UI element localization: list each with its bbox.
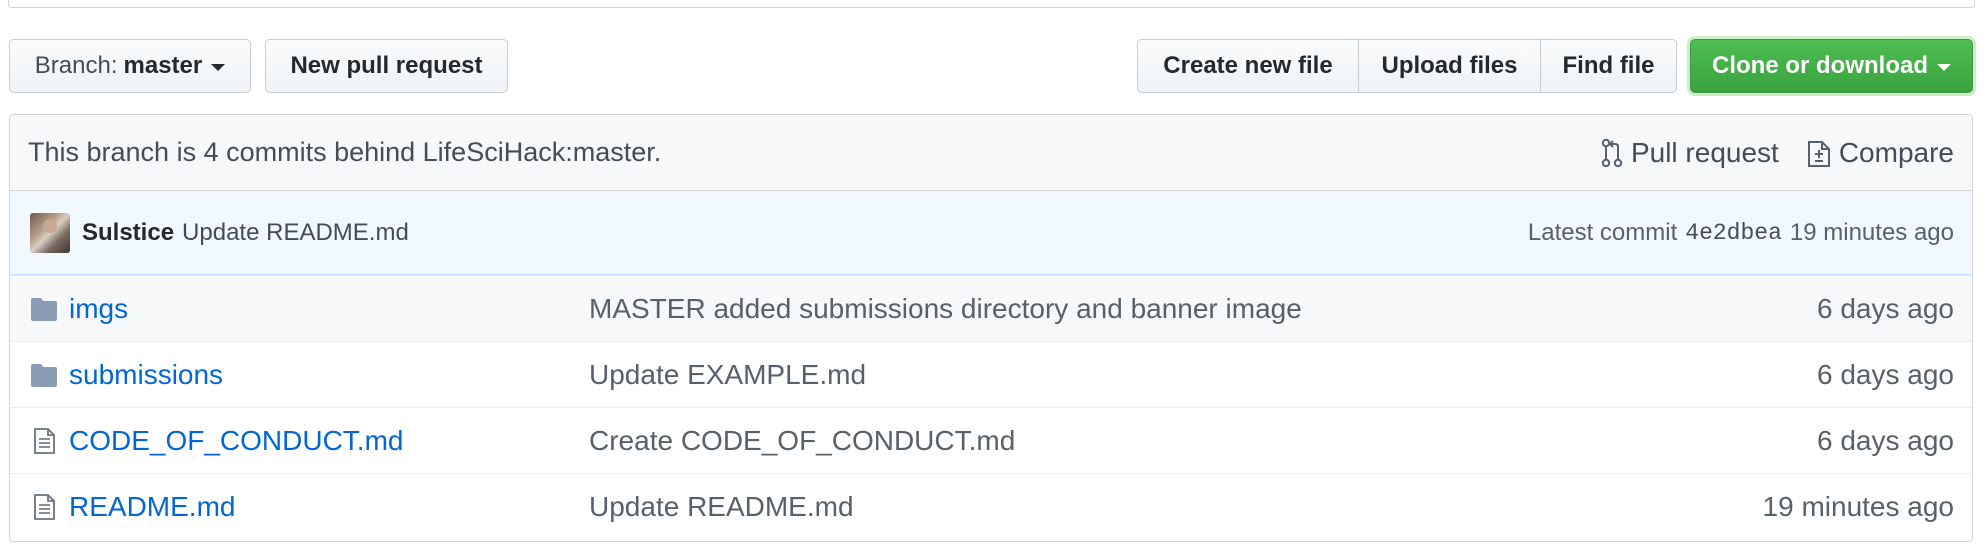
file-row: README.md Update README.md 19 minutes ag… (10, 473, 1972, 539)
clone-or-download-button[interactable]: Clone or download (1690, 39, 1973, 93)
latest-commit-label: Latest commit (1527, 218, 1678, 246)
file-age: 6 days ago (1817, 292, 1954, 324)
file-commit-message[interactable]: Update README.md (589, 491, 854, 523)
commit-age: 19 minutes ago (1789, 218, 1954, 246)
branch-status-bar: This branch is 4 commits behind LifeSciH… (10, 115, 1972, 191)
file-age: 19 minutes ago (1762, 490, 1954, 522)
file-row: submissions Update EXAMPLE.md 6 days ago (10, 341, 1972, 407)
pull-request-label: Pull request (1630, 136, 1779, 168)
latest-commit-bar: Sulstice Update README.md Latest commit … (10, 191, 1972, 275)
commit-message[interactable]: Update README.md (182, 219, 409, 247)
branch-prefix: Branch: (34, 52, 118, 79)
file-age: 6 days ago (1817, 358, 1954, 390)
git-pull-request-icon (1601, 138, 1623, 167)
folder-icon (31, 364, 57, 387)
file-listing-panel: This branch is 4 commits behind LifeSciH… (9, 114, 1973, 542)
file-commit-message[interactable]: Create CODE_OF_CONDUCT.md (589, 425, 1015, 457)
new-pull-request-button[interactable]: New pull request (265, 39, 508, 93)
clone-or-download-label: Clone or download (1712, 52, 1928, 79)
file-icon (34, 494, 55, 520)
branch-status-text: This branch is 4 commits behind LifeSciH… (28, 137, 662, 167)
branch-select-button[interactable]: Branch: master (9, 39, 251, 93)
create-new-file-button[interactable]: Create new file (1137, 39, 1359, 93)
compare-link[interactable]: Compare (1807, 137, 1954, 169)
file-name-link[interactable]: README.md (69, 491, 235, 523)
chevron-down-icon (1937, 64, 1951, 71)
avatar[interactable] (30, 212, 70, 253)
file-row: imgs MASTER added submissions directory … (10, 275, 1972, 341)
compare-label: Compare (1838, 136, 1954, 168)
chevron-down-icon (211, 64, 226, 71)
commit-author[interactable]: Sulstice (82, 219, 174, 247)
file-row: CODE_OF_CONDUCT.md Create CODE_OF_CONDUC… (10, 407, 1972, 473)
folder-icon (31, 298, 57, 321)
file-name-link[interactable]: imgs (69, 293, 128, 325)
file-name-link[interactable]: CODE_OF_CONDUCT.md (69, 425, 403, 457)
repo-file-toolbar: Branch: master New pull request Create n… (9, 39, 1973, 95)
find-file-button[interactable]: Find file (1540, 39, 1677, 93)
upload-files-button[interactable]: Upload files (1358, 39, 1541, 93)
previous-panel-edge (8, 0, 1975, 8)
commit-sha[interactable]: 4e2dbea (1685, 220, 1782, 246)
file-commit-message[interactable]: MASTER added submissions directory and b… (589, 293, 1302, 325)
file-icon (34, 428, 55, 454)
file-commit-message[interactable]: Update EXAMPLE.md (589, 359, 866, 391)
file-diff-icon (1807, 140, 1830, 167)
branch-name: master (123, 52, 203, 79)
pull-request-link[interactable]: Pull request (1601, 137, 1779, 169)
file-name-link[interactable]: submissions (69, 359, 223, 391)
file-age: 6 days ago (1817, 424, 1954, 456)
